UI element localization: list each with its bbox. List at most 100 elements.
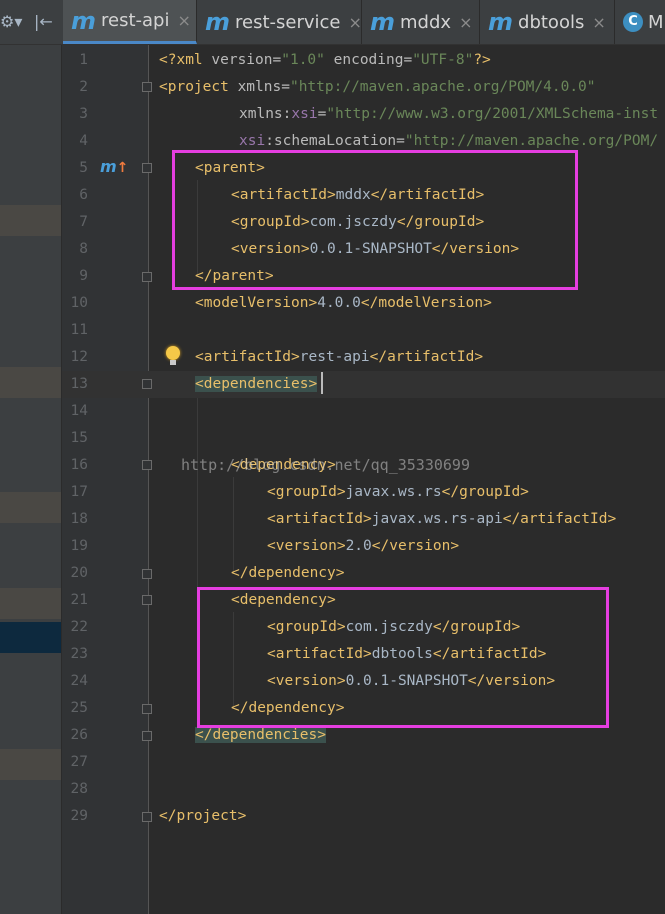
maven-module-icon: m <box>205 8 231 36</box>
maven-module-icon: m <box>488 8 514 36</box>
fold-toggle-icon[interactable] <box>142 704 152 714</box>
close-tab-icon[interactable]: × <box>349 13 361 32</box>
tab-rest-api[interactable]: m rest-api × <box>63 0 197 44</box>
code-text: <artifactId>javax.ws.rs-api</artifactId> <box>267 511 617 527</box>
fold-toggle-icon[interactable] <box>142 163 152 173</box>
code-line[interactable]: 17 <groupId>javax.ws.rs</groupId> <box>62 479 665 506</box>
fold-toggle-icon[interactable] <box>142 731 152 741</box>
code-text: <dependencies> <box>195 376 318 392</box>
code-line-current[interactable]: 13 <dependencies> <box>62 371 665 398</box>
code-line[interactable]: 27 <box>62 749 665 776</box>
tab-dbtools[interactable]: m dbtools × <box>480 0 615 44</box>
line-number: 11 <box>70 322 88 338</box>
code-text: <project xmlns="http://maven.apache.org/… <box>159 79 596 95</box>
code-text: </project> <box>159 808 247 824</box>
selection-band <box>0 492 62 523</box>
line-number: 22 <box>70 619 88 635</box>
text-caret <box>321 372 323 394</box>
line-number: 14 <box>70 403 88 419</box>
code-text: </dependency> <box>231 565 345 581</box>
tab-label: mddx <box>400 11 452 33</box>
line-number: 29 <box>70 808 88 824</box>
fold-toggle-icon[interactable] <box>142 379 152 389</box>
code-line[interactable]: 12 <artifactId>rest-api</artifactId> <box>62 344 665 371</box>
code-line[interactable]: 11 <box>62 317 665 344</box>
code-line[interactable]: 3 xmlns:xsi="http://www.w3.org/2001/XMLS… <box>62 101 665 128</box>
maven-module-icon: m <box>71 6 97 35</box>
tab-label: rest-api <box>101 10 170 31</box>
line-number: 28 <box>70 781 88 797</box>
project-panel-edge <box>0 45 62 914</box>
code-line[interactable]: 29 </project> <box>62 803 665 830</box>
line-number: 18 <box>70 511 88 527</box>
line-number: 9 <box>79 268 88 284</box>
code-text: <modelVersion>4.0.0</modelVersion> <box>195 295 492 311</box>
code-text: <groupId>javax.ws.rs</groupId> <box>267 484 529 500</box>
tab-class-file[interactable]: C M <box>615 0 665 44</box>
line-number: 13 <box>70 376 88 392</box>
parent-highlight-box <box>172 150 578 290</box>
code-text: <?xml version="1.0" encoding="UTF-8"?> <box>159 52 491 68</box>
tab-rest-service[interactable]: m rest-service × <box>197 0 362 44</box>
line-number: 15 <box>70 430 88 446</box>
tab-label: dbtools <box>518 11 585 33</box>
selected-file-band <box>0 622 62 653</box>
fold-toggle-icon[interactable] <box>142 812 152 822</box>
close-tab-icon[interactable]: × <box>592 13 605 32</box>
fold-toggle-icon[interactable] <box>142 82 152 92</box>
lightbulb-intention-icon[interactable] <box>166 346 180 365</box>
line-number: 8 <box>79 241 88 257</box>
line-number: 2 <box>79 79 88 95</box>
close-tab-icon[interactable]: × <box>459 13 472 32</box>
line-number: 12 <box>70 349 88 365</box>
code-line[interactable]: 15 <box>62 425 665 452</box>
code-line[interactable]: 2 <project xmlns="http://maven.apache.or… <box>62 74 665 101</box>
java-class-icon: C <box>623 12 643 32</box>
code-line[interactable]: 28 <box>62 776 665 803</box>
line-number: 21 <box>70 592 88 608</box>
line-number: 24 <box>70 673 88 689</box>
maven-parent-navigate-icon[interactable]: m↑ <box>100 157 128 176</box>
fold-toggle-icon[interactable] <box>142 272 152 282</box>
settings-gear-icon[interactable]: ⚙▾ <box>0 14 22 30</box>
fold-toggle-icon[interactable] <box>142 595 152 605</box>
tab-mddx[interactable]: m mddx × <box>362 0 480 44</box>
line-number: 26 <box>70 727 88 743</box>
line-number: 7 <box>79 214 88 230</box>
line-number: 19 <box>70 538 88 554</box>
dependency-highlight-box <box>197 587 609 728</box>
tab-label: rest-service <box>235 11 341 33</box>
line-number: 1 <box>79 52 88 68</box>
fold-toggle-icon[interactable] <box>142 460 152 470</box>
line-number: 17 <box>70 484 88 500</box>
line-number: 20 <box>70 565 88 581</box>
selection-band <box>0 367 62 398</box>
close-tab-icon[interactable]: × <box>177 11 190 30</box>
line-number: 4 <box>79 133 88 149</box>
code-text: xmlns:xsi="http://www.w3.org/2001/XMLSch… <box>239 106 659 122</box>
maven-module-icon: m <box>370 8 396 36</box>
collapse-panel-icon[interactable]: |← <box>34 14 53 30</box>
code-line[interactable]: 19 <version>2.0</version> <box>62 533 665 560</box>
selection-band <box>0 205 62 236</box>
fold-toggle-icon[interactable] <box>142 569 152 579</box>
tab-label: M <box>648 11 664 33</box>
code-text: <version>2.0</version> <box>267 538 460 554</box>
line-number: 10 <box>70 295 88 311</box>
selection-band <box>0 749 62 780</box>
code-line[interactable]: 1 <?xml version="1.0" encoding="UTF-8"?> <box>62 47 665 74</box>
line-number: 6 <box>79 187 88 203</box>
line-number: 25 <box>70 700 88 716</box>
code-line[interactable]: 18 <artifactId>javax.ws.rs-api</artifact… <box>62 506 665 533</box>
line-number: 23 <box>70 646 88 662</box>
line-number: 27 <box>70 754 88 770</box>
code-line[interactable]: 10 <modelVersion>4.0.0</modelVersion> <box>62 290 665 317</box>
code-text: <artifactId>rest-api</artifactId> <box>195 349 484 365</box>
code-line[interactable]: 20 </dependency> <box>62 560 665 587</box>
watermark-text: http://blog.csdn.net/qq_35330699 <box>181 456 470 474</box>
line-number: 5 <box>79 160 88 176</box>
line-number: 16 <box>70 457 88 473</box>
code-line[interactable]: 14 <box>62 398 665 425</box>
selection-band <box>0 588 62 619</box>
line-number: 3 <box>79 106 88 122</box>
